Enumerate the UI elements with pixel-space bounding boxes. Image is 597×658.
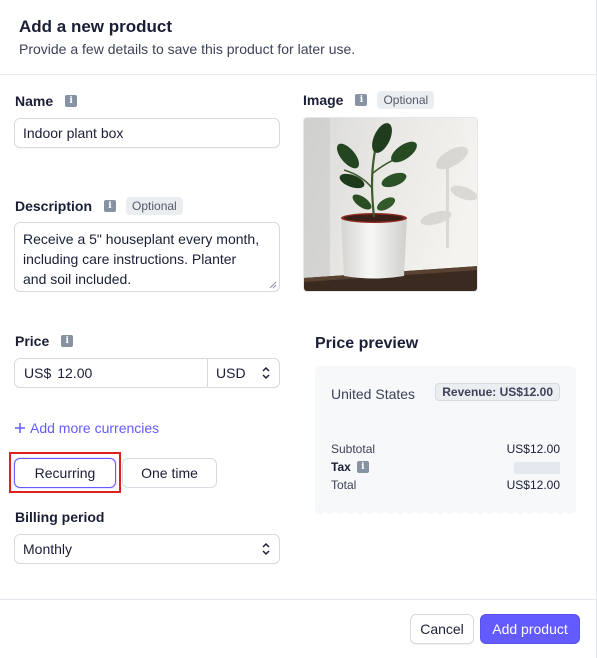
resize-grip-icon[interactable]	[269, 281, 277, 289]
subtotal-row: Subtotal US$12.00	[331, 442, 560, 456]
plus-icon	[15, 423, 25, 433]
chevron-updown-icon	[262, 542, 270, 556]
name-label-row: Name i	[15, 93, 78, 109]
price-preview-card: United States Revenue: US$12.00 Subtotal…	[315, 366, 576, 517]
description-line: including care instructions. Planter	[23, 251, 237, 267]
name-input[interactable]: Indoor plant box	[14, 118, 280, 148]
cancel-button[interactable]: Cancel	[410, 614, 474, 644]
tax-label: Tax	[331, 459, 351, 474]
billing-period-value: Monthly	[23, 541, 73, 557]
modal-subtitle: Provide a few details to save this produ…	[19, 41, 356, 57]
billing-period-label-row: Billing period	[15, 509, 104, 525]
price-preview-title: Price preview	[315, 335, 419, 352]
description-textarea[interactable]: Receive a 5" houseplant every month, inc…	[14, 222, 280, 292]
info-icon[interactable]: i	[104, 200, 117, 212]
total-value: US$12.00	[506, 478, 560, 492]
revenue-badge: Revenue: US$12.00	[435, 383, 560, 401]
image-label-row: Image i Optional	[303, 91, 435, 109]
modal-title: Add a new product	[19, 17, 172, 36]
info-icon[interactable]: i	[356, 460, 369, 473]
info-icon[interactable]: i	[61, 335, 74, 347]
name-input-value: Indoor plant box	[23, 125, 124, 141]
add-product-modal: Add a new product Provide a few details …	[0, 0, 597, 658]
add-product-label: Add product	[492, 621, 568, 637]
price-input[interactable]: 12.00	[51, 359, 207, 387]
highlight-box	[9, 452, 121, 493]
tax-row: Tax i	[331, 459, 560, 474]
tax-value-placeholder	[514, 462, 560, 474]
image-label: Image	[303, 92, 344, 108]
billing-period-select[interactable]: Monthly	[14, 534, 280, 564]
add-product-button[interactable]: Add product	[480, 614, 580, 644]
modal-header: Add a new product Provide a few details …	[0, 0, 597, 75]
description-line: Receive a 5" houseplant every month,	[23, 231, 260, 247]
info-icon[interactable]: i	[355, 94, 368, 106]
description-label: Description	[15, 198, 93, 214]
price-label-row: Price i	[15, 333, 74, 349]
subtotal-value: US$12.00	[506, 442, 560, 456]
add-currencies-link[interactable]: Add more currencies	[14, 420, 159, 436]
currency-prefix: US$	[24, 365, 52, 381]
total-label: Total	[331, 478, 357, 492]
optional-badge: Optional	[126, 197, 183, 215]
name-label: Name	[15, 93, 54, 109]
preview-region: United States	[331, 386, 416, 402]
one-time-button[interactable]: One time	[122, 458, 217, 488]
cancel-label: Cancel	[420, 621, 464, 637]
tax-label-row: Tax i	[331, 459, 369, 474]
currency-select[interactable]: USD	[207, 359, 279, 387]
plant-image	[304, 118, 477, 291]
currency-select-value: USD	[216, 365, 246, 381]
info-icon[interactable]: i	[65, 95, 78, 107]
description-line: and soil included.	[23, 271, 132, 287]
price-label: Price	[15, 333, 50, 349]
optional-badge: Optional	[377, 91, 435, 109]
billing-period-label: Billing period	[15, 509, 105, 525]
one-time-label: One time	[141, 465, 198, 481]
subtotal-label: Subtotal	[331, 442, 376, 456]
add-currencies-label: Add more currencies	[30, 420, 160, 436]
total-row: Total US$12.00	[331, 478, 560, 492]
chevron-updown-icon	[262, 366, 270, 380]
product-image[interactable]	[303, 117, 478, 292]
price-input-group: US$ 12.00 USD	[14, 358, 280, 388]
description-label-row: Description i Optional	[15, 197, 183, 215]
